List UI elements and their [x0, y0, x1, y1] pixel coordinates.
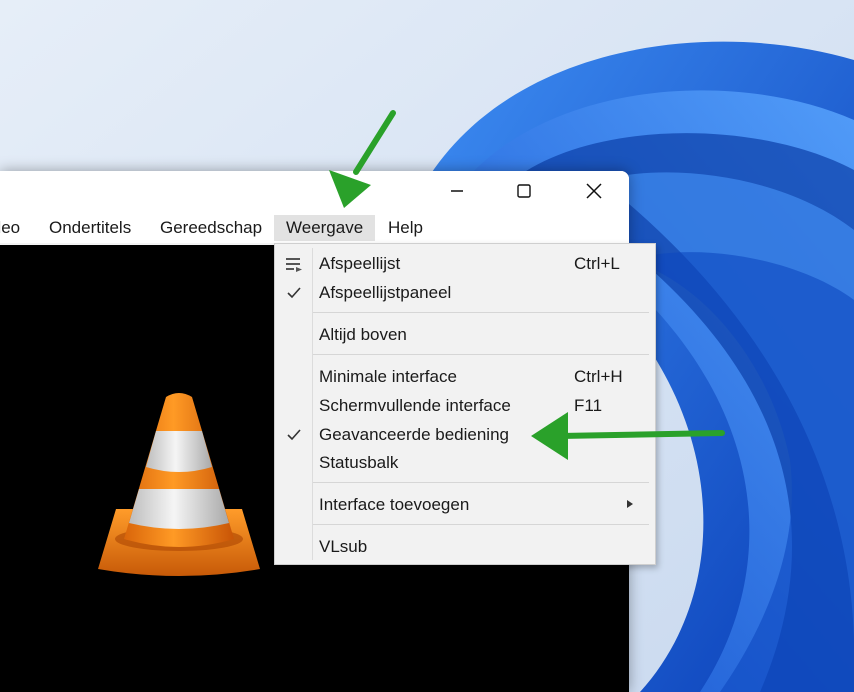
- title-bar: [0, 171, 629, 211]
- checkmark-icon: [283, 282, 305, 304]
- maximize-button[interactable]: [489, 171, 559, 211]
- menu-separator: [313, 524, 649, 525]
- minimize-icon: [451, 190, 463, 192]
- menu-help[interactable]: Help: [382, 215, 429, 241]
- menu-weergave[interactable]: Weergave: [274, 215, 376, 241]
- close-button[interactable]: [559, 171, 629, 211]
- menu-item-afspeellijstpaneel[interactable]: Afspeellijstpaneel: [275, 279, 655, 307]
- menu-item-label: Afspeellijstpaneel: [319, 283, 452, 302]
- menu-item-label: VLsub: [319, 537, 368, 556]
- menu-item-shortcut: F11: [574, 396, 603, 415]
- menu-ondertitels[interactable]: Ondertitels: [43, 215, 137, 241]
- menu-item-altijd-boven[interactable]: Altijd boven: [275, 321, 655, 349]
- menu-bar: ideo Ondertitels Gereedschap Weergave He…: [0, 211, 629, 243]
- playlist-icon: [283, 253, 305, 275]
- minimize-button[interactable]: [422, 171, 492, 211]
- checkmark-icon: [283, 424, 305, 446]
- menu-item-afspeellijst[interactable]: Afspeellijst Ctrl+L: [275, 250, 655, 278]
- menu-gereedschap[interactable]: Gereedschap: [154, 215, 268, 241]
- close-icon: [586, 183, 602, 199]
- menu-item-label: Interface toevoegen: [319, 495, 470, 514]
- menu-item-statusbalk[interactable]: Statusbalk: [275, 449, 655, 477]
- menu-separator: [313, 482, 649, 483]
- menu-item-minimale-interface[interactable]: Minimale interface Ctrl+H: [275, 363, 655, 391]
- maximize-icon: [517, 184, 531, 198]
- menu-item-label: Schermvullende interface: [319, 396, 511, 415]
- weergave-dropdown-menu: Afspeellijst Ctrl+L Afspeellijstpaneel A…: [274, 243, 656, 565]
- menu-item-label: Afspeellijst: [319, 254, 401, 273]
- menu-item-label: Altijd boven: [319, 325, 407, 344]
- menu-separator: [313, 354, 649, 355]
- menu-item-vlsub[interactable]: VLsub: [275, 533, 655, 561]
- menu-item-label: Geavanceerde bediening: [319, 425, 509, 444]
- vlc-cone-logo: [98, 393, 260, 576]
- menu-item-shortcut: Ctrl+H: [574, 367, 623, 386]
- submenu-arrow-icon: [627, 500, 633, 508]
- menu-video[interactable]: ideo: [0, 215, 26, 241]
- menu-item-geavanceerde-bediening[interactable]: Geavanceerde bediening: [275, 421, 655, 449]
- menu-item-schermvullende-interface[interactable]: Schermvullende interface F11: [275, 392, 655, 420]
- menu-item-label: Minimale interface: [319, 367, 457, 386]
- menu-item-interface-toevoegen[interactable]: Interface toevoegen: [275, 491, 655, 519]
- menu-separator: [313, 312, 649, 313]
- menu-item-label: Statusbalk: [319, 453, 399, 472]
- menu-item-shortcut: Ctrl+L: [574, 254, 620, 273]
